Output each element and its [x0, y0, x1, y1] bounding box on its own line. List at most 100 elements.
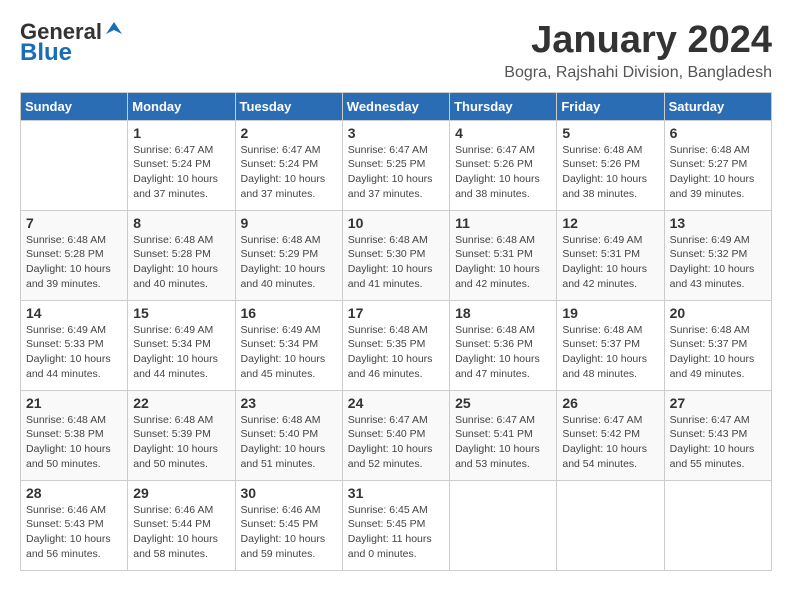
- calendar-cell: 23Sunrise: 6:48 AMSunset: 5:40 PMDayligh…: [235, 390, 342, 480]
- month-title: January 2024: [504, 20, 772, 62]
- calendar-cell: 27 Sunrise: 6:47 AMSunset: 5:43 PMDayligh…: [664, 390, 771, 480]
- calendar-week-5: 28 Sunrise: 6:46 AMSunset: 5:43 PMDayligh…: [21, 480, 772, 570]
- day-info: Sunrise: 6:48 AMSunset: 5:29 PMDaylight:…: [241, 233, 337, 292]
- day-number: 29: [133, 485, 229, 501]
- day-info: Sunrise: 6:48 AMSunset: 5:28 PMDaylight:…: [133, 233, 229, 292]
- day-number: 22: [133, 395, 229, 411]
- day-number: 26: [562, 395, 658, 411]
- day-info: Sunrise: 6:48 AMSunset: 5:30 PMDaylight:…: [348, 233, 444, 292]
- day-info: Sunrise: 6:49 AMSunset: 5:32 PMDaylight:…: [670, 233, 766, 292]
- calendar-cell: 15Sunrise: 6:49 AMSunset: 5:34 PMDayligh…: [128, 300, 235, 390]
- day-info: Sunrise: 6:45 AMSunset: 5:45 PMDaylight:…: [348, 503, 444, 562]
- day-number: 24: [348, 395, 444, 411]
- calendar-cell: [21, 120, 128, 210]
- calendar-cell: 4 Sunrise: 6:47 AMSunset: 5:26 PMDaylight…: [450, 120, 557, 210]
- day-info: Sunrise: 6:47 AMSunset: 5:24 PMDaylight:…: [133, 143, 229, 202]
- day-info: Sunrise: 6:47 AMSunset: 5:43 PMDaylight:…: [670, 413, 766, 472]
- day-info: Sunrise: 6:48 AMSunset: 5:31 PMDaylight:…: [455, 233, 551, 292]
- calendar-cell: 8 Sunrise: 6:48 AMSunset: 5:28 PMDaylight…: [128, 210, 235, 300]
- day-info: Sunrise: 6:48 AMSunset: 5:37 PMDaylight:…: [670, 323, 766, 382]
- header-saturday: Saturday: [664, 92, 771, 120]
- calendar-cell: 5 Sunrise: 6:48 AMSunset: 5:26 PMDaylight…: [557, 120, 664, 210]
- day-info: Sunrise: 6:48 AMSunset: 5:36 PMDaylight:…: [455, 323, 551, 382]
- day-number: 15: [133, 305, 229, 321]
- calendar-cell: 12Sunrise: 6:49 AMSunset: 5:31 PMDayligh…: [557, 210, 664, 300]
- day-info: Sunrise: 6:48 AMSunset: 5:28 PMDaylight:…: [26, 233, 122, 292]
- day-number: 21: [26, 395, 122, 411]
- calendar-cell: 29 Sunrise: 6:46 AMSunset: 5:44 PMDayligh…: [128, 480, 235, 570]
- day-number: 7: [26, 215, 122, 231]
- day-number: 11: [455, 215, 551, 231]
- day-number: 25: [455, 395, 551, 411]
- day-info: Sunrise: 6:48 AMSunset: 5:35 PMDaylight:…: [348, 323, 444, 382]
- calendar-cell: 20Sunrise: 6:48 AMSunset: 5:37 PMDayligh…: [664, 300, 771, 390]
- calendar-cell: 1 Sunrise: 6:47 AMSunset: 5:24 PMDaylight…: [128, 120, 235, 210]
- calendar-cell: 11 Sunrise: 6:48 AMSunset: 5:31 PMDayligh…: [450, 210, 557, 300]
- day-number: 14: [26, 305, 122, 321]
- day-number: 17: [348, 305, 444, 321]
- day-number: 28: [26, 485, 122, 501]
- calendar-cell: [557, 480, 664, 570]
- day-info: Sunrise: 6:48 AMSunset: 5:27 PMDaylight:…: [670, 143, 766, 202]
- calendar-cell: 24 Sunrise: 6:47 AMSunset: 5:40 PMDayligh…: [342, 390, 449, 480]
- logo-text-blue: Blue: [20, 40, 72, 66]
- day-info: Sunrise: 6:49 AMSunset: 5:34 PMDaylight:…: [241, 323, 337, 382]
- calendar-table: Sunday Monday Tuesday Wednesday Thursday…: [20, 92, 772, 571]
- page-header: General Blue January 2024 Bogra, Rajshah…: [20, 20, 772, 82]
- calendar-cell: 21 Sunrise: 6:48 AMSunset: 5:38 PMDayligh…: [21, 390, 128, 480]
- calendar-cell: 18Sunrise: 6:48 AMSunset: 5:36 PMDayligh…: [450, 300, 557, 390]
- header-friday: Friday: [557, 92, 664, 120]
- day-number: 10: [348, 215, 444, 231]
- day-info: Sunrise: 6:49 AMSunset: 5:33 PMDaylight:…: [26, 323, 122, 382]
- calendar-cell: 6 Sunrise: 6:48 AMSunset: 5:27 PMDaylight…: [664, 120, 771, 210]
- day-number: 12: [562, 215, 658, 231]
- calendar-cell: 28 Sunrise: 6:46 AMSunset: 5:43 PMDayligh…: [21, 480, 128, 570]
- calendar-cell: 30Sunrise: 6:46 AMSunset: 5:45 PMDayligh…: [235, 480, 342, 570]
- calendar-week-4: 21 Sunrise: 6:48 AMSunset: 5:38 PMDayligh…: [21, 390, 772, 480]
- day-number: 27: [670, 395, 766, 411]
- calendar-cell: 13 Sunrise: 6:49 AMSunset: 5:32 PMDayligh…: [664, 210, 771, 300]
- day-info: Sunrise: 6:47 AMSunset: 5:24 PMDaylight:…: [241, 143, 337, 202]
- header-sunday: Sunday: [21, 92, 128, 120]
- calendar-cell: 17 Sunrise: 6:48 AMSunset: 5:35 PMDayligh…: [342, 300, 449, 390]
- day-info: Sunrise: 6:47 AMSunset: 5:26 PMDaylight:…: [455, 143, 551, 202]
- calendar-cell: 26Sunrise: 6:47 AMSunset: 5:42 PMDayligh…: [557, 390, 664, 480]
- calendar-cell: 19Sunrise: 6:48 AMSunset: 5:37 PMDayligh…: [557, 300, 664, 390]
- calendar-week-2: 7 Sunrise: 6:48 AMSunset: 5:28 PMDaylight…: [21, 210, 772, 300]
- day-info: Sunrise: 6:46 AMSunset: 5:44 PMDaylight:…: [133, 503, 229, 562]
- day-info: Sunrise: 6:48 AMSunset: 5:38 PMDaylight:…: [26, 413, 122, 472]
- day-info: Sunrise: 6:47 AMSunset: 5:25 PMDaylight:…: [348, 143, 444, 202]
- calendar-cell: 31 Sunrise: 6:45 AMSunset: 5:45 PMDayligh…: [342, 480, 449, 570]
- calendar-cell: 22 Sunrise: 6:48 AMSunset: 5:39 PMDayligh…: [128, 390, 235, 480]
- day-number: 8: [133, 215, 229, 231]
- header-thursday: Thursday: [450, 92, 557, 120]
- day-info: Sunrise: 6:48 AMSunset: 5:39 PMDaylight:…: [133, 413, 229, 472]
- day-info: Sunrise: 6:47 AMSunset: 5:40 PMDaylight:…: [348, 413, 444, 472]
- calendar-cell: 7 Sunrise: 6:48 AMSunset: 5:28 PMDaylight…: [21, 210, 128, 300]
- calendar-cell: 16Sunrise: 6:49 AMSunset: 5:34 PMDayligh…: [235, 300, 342, 390]
- day-number: 23: [241, 395, 337, 411]
- calendar-week-1: 1 Sunrise: 6:47 AMSunset: 5:24 PMDaylight…: [21, 120, 772, 210]
- calendar-cell: 14 Sunrise: 6:49 AMSunset: 5:33 PMDayligh…: [21, 300, 128, 390]
- logo: General Blue: [20, 20, 124, 67]
- day-info: Sunrise: 6:48 AMSunset: 5:26 PMDaylight:…: [562, 143, 658, 202]
- logo-bird-icon: [104, 20, 124, 40]
- location: Bogra, Rajshahi Division, Bangladesh: [504, 64, 772, 82]
- calendar-cell: 25 Sunrise: 6:47 AMSunset: 5:41 PMDayligh…: [450, 390, 557, 480]
- day-info: Sunrise: 6:47 AMSunset: 5:41 PMDaylight:…: [455, 413, 551, 472]
- day-number: 13: [670, 215, 766, 231]
- calendar-cell: [450, 480, 557, 570]
- calendar-cell: [664, 480, 771, 570]
- header-monday: Monday: [128, 92, 235, 120]
- calendar-cell: 3 Sunrise: 6:47 AMSunset: 5:25 PMDaylight…: [342, 120, 449, 210]
- day-number: 31: [348, 485, 444, 501]
- day-number: 1: [133, 125, 229, 141]
- day-number: 9: [241, 215, 337, 231]
- calendar-cell: 10 Sunrise: 6:48 AMSunset: 5:30 PMDayligh…: [342, 210, 449, 300]
- day-number: 6: [670, 125, 766, 141]
- day-number: 3: [348, 125, 444, 141]
- header-wednesday: Wednesday: [342, 92, 449, 120]
- day-number: 5: [562, 125, 658, 141]
- day-number: 4: [455, 125, 551, 141]
- day-info: Sunrise: 6:46 AMSunset: 5:43 PMDaylight:…: [26, 503, 122, 562]
